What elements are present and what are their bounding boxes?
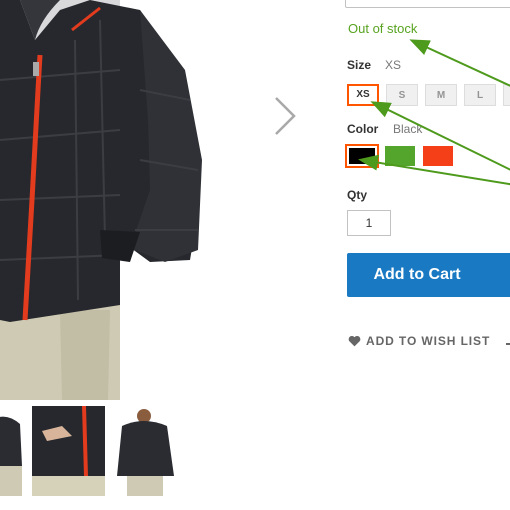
- stock-status: Out of stock: [348, 21, 418, 36]
- gallery-thumbnail-2[interactable]: [32, 406, 105, 496]
- gallery-next-button[interactable]: [266, 92, 302, 140]
- jacket-photo: [0, 0, 202, 400]
- size-option-xl[interactable]: [503, 84, 510, 106]
- size-selected-value: XS: [385, 58, 402, 72]
- thumbnail-image: [112, 406, 182, 496]
- main-product-image: [0, 0, 260, 400]
- size-option-s[interactable]: S: [386, 84, 418, 106]
- gallery-thumbnail-3[interactable]: [112, 406, 182, 496]
- annotation-arrow-stock: [409, 39, 510, 87]
- add-to-wishlist-link[interactable]: ADD TO WISH LIST: [348, 334, 490, 348]
- color-swatch-green[interactable]: [385, 146, 415, 166]
- wishlist-label: ADD TO WISH LIST: [366, 334, 491, 348]
- color-label: Color: [347, 122, 379, 136]
- chevron-right-icon: [275, 97, 296, 135]
- color-swatch-red[interactable]: [423, 146, 453, 166]
- compare-link-fragment[interactable]: [506, 343, 510, 345]
- qty-input[interactable]: 1: [347, 210, 391, 236]
- size-option-l[interactable]: L: [464, 84, 496, 106]
- price-box: [345, 0, 510, 8]
- color-swatch-black[interactable]: [345, 144, 379, 168]
- thumbnail-image: [0, 406, 22, 496]
- gallery-thumbnail-1[interactable]: [0, 406, 22, 496]
- size-option-xs[interactable]: XS: [347, 84, 379, 106]
- color-selected-value: Black: [393, 122, 423, 136]
- size-label: Size: [347, 58, 372, 72]
- heart-icon: [348, 335, 361, 347]
- thumbnail-image: [32, 406, 105, 496]
- size-option-m[interactable]: M: [425, 84, 457, 106]
- add-to-cart-button[interactable]: Add to Cart: [347, 253, 510, 297]
- qty-label: Qty: [347, 188, 368, 202]
